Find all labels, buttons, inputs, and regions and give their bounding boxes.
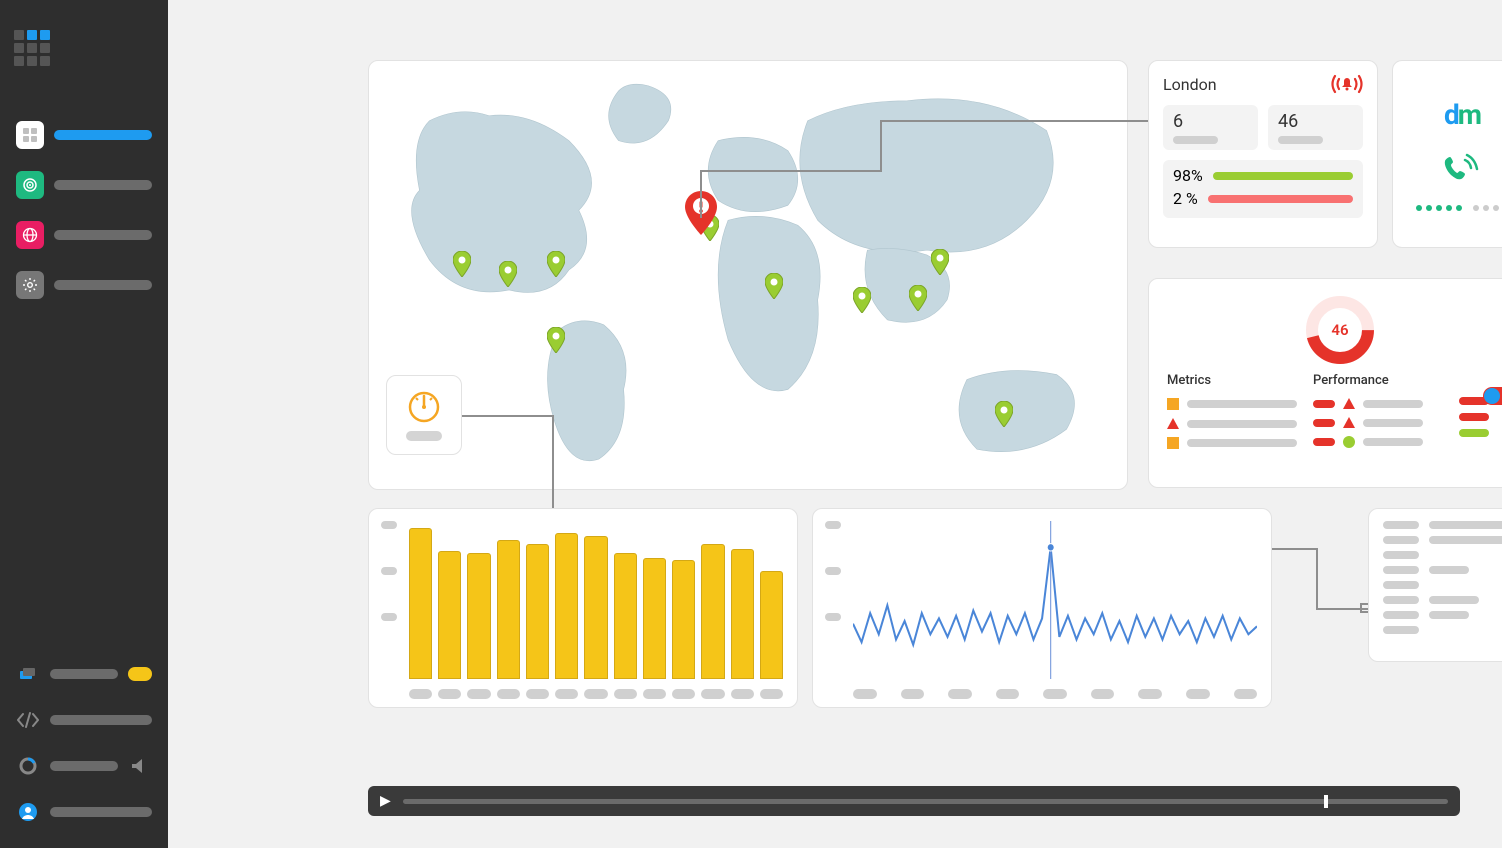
main-content: London 6 46 98% — [168, 0, 1502, 848]
connector-line — [700, 170, 702, 218]
stat-box-a: 6 — [1163, 105, 1258, 150]
connector-line — [700, 170, 880, 172]
nav-secondary — [10, 658, 158, 828]
stat-box-b: 46 — [1268, 105, 1363, 150]
map-pin[interactable] — [453, 251, 471, 277]
gauge-icon — [406, 389, 442, 425]
timeline-handle[interactable] — [1324, 795, 1328, 808]
nav-ring[interactable] — [10, 750, 158, 782]
volume-icon — [131, 759, 149, 773]
nav-settings[interactable] — [10, 266, 158, 304]
status-dots — [1416, 205, 1502, 211]
nav-globe[interactable] — [10, 216, 158, 254]
line-chart[interactable] — [853, 521, 1257, 679]
brand-logo: dm — [1444, 98, 1480, 131]
donut-value: 46 — [1303, 293, 1377, 367]
layers-icon — [18, 664, 38, 684]
connector-line — [1316, 548, 1318, 608]
nav-user[interactable] — [10, 796, 158, 828]
globe-icon — [22, 227, 38, 243]
timeline-scrubber[interactable]: ▶ — [368, 786, 1460, 816]
nav-code[interactable] — [10, 704, 158, 736]
nav-target[interactable] — [10, 166, 158, 204]
performance-donut: 46 — [1303, 293, 1377, 367]
code-icon — [17, 712, 39, 728]
line-chart-card — [812, 508, 1272, 708]
map-pin[interactable] — [853, 287, 871, 313]
alert-broadcast-icon — [1331, 73, 1363, 95]
app-switcher-icon[interactable] — [14, 30, 158, 66]
metrics-card: 46 Metrics Performance — [1148, 278, 1502, 488]
settings-icon — [22, 277, 38, 293]
brand-card: dm — [1392, 60, 1502, 248]
map-pin[interactable] — [547, 251, 565, 277]
map-pin[interactable] — [995, 401, 1013, 427]
gauge-label — [406, 431, 442, 441]
timeline-track[interactable] — [403, 799, 1448, 804]
connector-line — [880, 120, 882, 172]
connector-line — [552, 415, 554, 510]
metrics-col2-title: Performance — [1313, 373, 1443, 388]
target-icon — [22, 177, 38, 193]
sidebar — [0, 0, 168, 848]
stat-value-a: 6 — [1173, 111, 1248, 132]
metric-item[interactable] — [1167, 418, 1297, 429]
map-pin[interactable] — [547, 327, 565, 353]
bar-chart[interactable] — [409, 517, 783, 679]
metric-item[interactable] — [1313, 398, 1443, 409]
metric-item[interactable] — [1167, 437, 1297, 449]
metric-item[interactable] — [1313, 436, 1443, 448]
map-pin[interactable] — [909, 285, 927, 311]
detail-list-card — [1368, 508, 1502, 662]
bar-chart-card — [368, 508, 798, 708]
connector-line — [880, 120, 1150, 122]
location-title: London — [1163, 75, 1217, 94]
stat-value-b: 46 — [1278, 111, 1353, 132]
metrics-toggle[interactable] — [1483, 387, 1502, 405]
dashboard-icon — [22, 127, 38, 143]
pct-ok-label: 98% — [1173, 166, 1203, 185]
metrics-col1-title: Metrics — [1167, 373, 1297, 388]
location-detail-card: London 6 46 98% — [1148, 60, 1378, 248]
map-pin[interactable] — [931, 249, 949, 275]
world-map[interactable] — [369, 61, 1127, 489]
map-pin[interactable] — [765, 273, 783, 299]
nav-dashboard[interactable] — [10, 116, 158, 154]
world-map-card — [368, 60, 1128, 490]
map-pin[interactable] — [499, 261, 517, 287]
nav-layers[interactable] — [10, 658, 158, 690]
pct-fail-label: 2 % — [1173, 189, 1198, 208]
user-icon — [18, 802, 38, 822]
gauge-widget[interactable] — [386, 375, 462, 455]
ring-icon — [18, 756, 38, 776]
metric-item[interactable] — [1313, 417, 1443, 428]
nav-primary — [10, 116, 158, 304]
metric-item[interactable] — [1167, 398, 1297, 410]
play-icon[interactable]: ▶ — [380, 793, 391, 809]
phone-ringing-icon[interactable] — [1439, 145, 1485, 191]
connector-line — [462, 415, 552, 417]
